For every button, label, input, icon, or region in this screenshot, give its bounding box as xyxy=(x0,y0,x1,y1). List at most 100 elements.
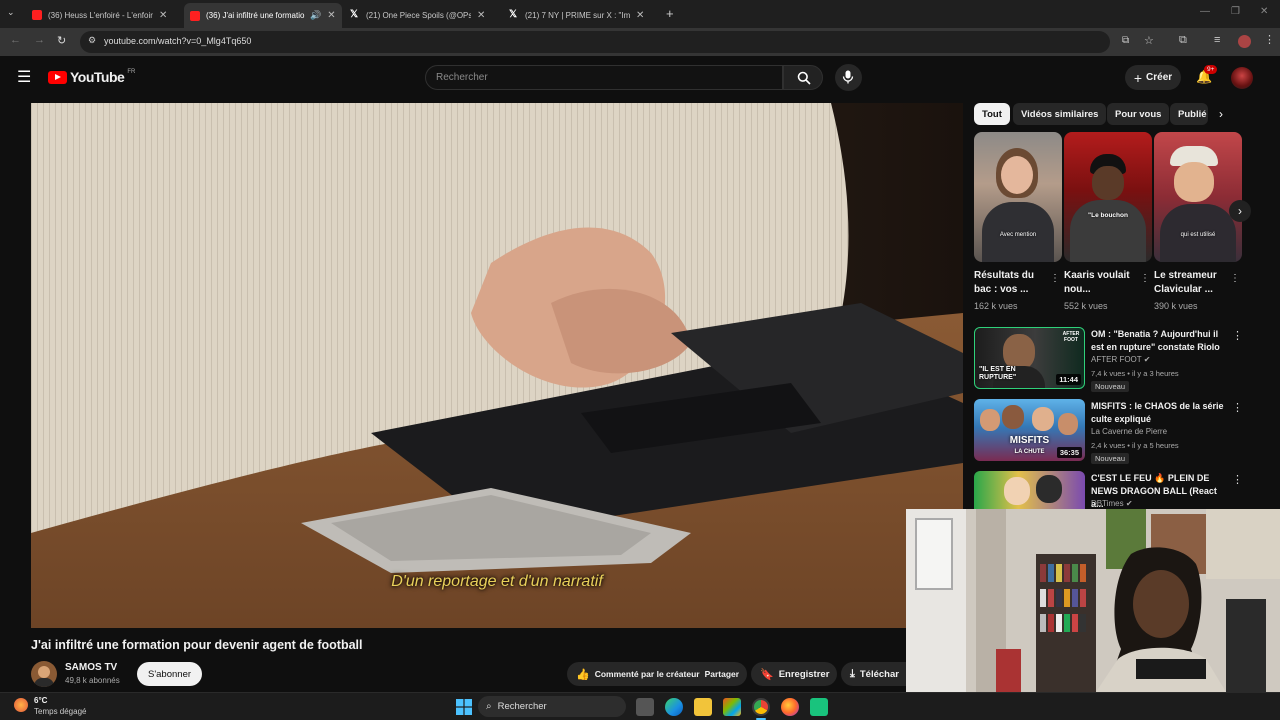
share-label: Partager xyxy=(704,669,740,679)
video-meta: 2,4 k vues • il y a 5 heures xyxy=(1091,441,1179,450)
browser-tab-3[interactable]: 𝕏 (21) One Piece Spoils (@OPspo ✕ xyxy=(344,4,500,26)
more-options-icon[interactable]: ⋮ xyxy=(1232,473,1243,486)
browser-tab-1[interactable]: (36) Heuss L'enfoiré - L'enfoiré ✕ xyxy=(26,4,182,26)
recommended-video[interactable]: MISFITS LA CHUTE 36:35 MISFITS : le CHAO… xyxy=(974,399,1270,464)
chip-similar-videos[interactable]: Vidéos similaires xyxy=(1013,103,1107,125)
firefox-icon[interactable] xyxy=(781,698,799,716)
site-info-icon[interactable]: ⚙ xyxy=(88,35,96,46)
app-icon[interactable] xyxy=(810,698,828,716)
search-icon xyxy=(797,71,811,85)
browser-tab-strip: ⌄ (36) Heuss L'enfoiré - L'enfoiré ✕ (36… xyxy=(0,0,1280,28)
chip-all[interactable]: Tout xyxy=(974,103,1010,125)
webcam-feed xyxy=(906,509,1280,692)
edge-browser-icon[interactable] xyxy=(665,698,683,716)
forward-icon[interactable]: → xyxy=(34,34,45,46)
channel-name[interactable]: La Caverne de Pierre xyxy=(1091,427,1167,436)
recommended-video[interactable]: C'EST LE FEU 🔥 PLEIN DE NEWS DRAGON BALL… xyxy=(974,471,1270,509)
new-tab-icon[interactable]: + xyxy=(666,6,674,21)
hamburger-menu-icon[interactable]: ☰ xyxy=(17,67,31,87)
media-control-icon[interactable]: ≡ xyxy=(1214,34,1220,46)
microphone-icon xyxy=(842,70,854,84)
search-placeholder: Rechercher xyxy=(436,72,488,83)
weather-sun-icon xyxy=(14,698,28,712)
video-title[interactable]: OM : "Benatia ? Aujourd'hui il est en ru… xyxy=(1091,328,1226,354)
like-share-button[interactable]: 👍 Commenté par le créateur Partager xyxy=(567,662,747,686)
browser-tab-4[interactable]: 𝕏 (21) 7 NY | PRIME sur X : "Ims ✕ xyxy=(503,4,659,26)
taskbar-search[interactable]: ⌕ Rechercher xyxy=(478,696,626,717)
browser-tab-2-active[interactable]: (36) J'ai infiltré une formatio 🔊 ✕ xyxy=(184,3,342,28)
browser-menu-icon[interactable]: ⋮ xyxy=(1264,33,1275,46)
short-thumbnail[interactable]: qui est utilisé xyxy=(1154,132,1242,262)
short-thumbnail[interactable]: Avec mention xyxy=(974,132,1062,262)
close-tab-icon[interactable]: ✕ xyxy=(477,10,485,21)
bookmark-star-icon[interactable]: ☆ xyxy=(1144,34,1154,47)
reload-icon[interactable]: ↻ xyxy=(57,34,66,47)
more-options-icon[interactable]: ⋮ xyxy=(1232,401,1243,414)
create-button[interactable]: + Créer xyxy=(1125,65,1181,90)
search-input[interactable]: Rechercher xyxy=(425,65,783,90)
video-title[interactable]: MISFITS : le CHAOS de la série culte exp… xyxy=(1091,400,1226,426)
more-options-icon[interactable]: ⋮ xyxy=(1050,273,1060,284)
recommended-video[interactable]: "IL EST EN RUPTURE" AFTER FOOT 11:44 OM … xyxy=(974,327,1270,392)
close-tab-icon[interactable]: ✕ xyxy=(159,10,167,21)
short-title[interactable]: Kaaris voulait nou... xyxy=(1064,269,1136,297)
more-options-icon[interactable]: ⋮ xyxy=(1140,273,1150,284)
extensions-icon[interactable]: ⧉ xyxy=(1179,34,1187,47)
short-thumbnail[interactable]: "Le bouchon xyxy=(1064,132,1152,262)
channel-avatar[interactable] xyxy=(31,661,57,687)
close-window-icon[interactable]: ✕ xyxy=(1260,6,1268,17)
subscribe-button[interactable]: S'abonner xyxy=(137,662,203,686)
chip-published[interactable]: Publié xyxy=(1170,103,1208,125)
microsoft-store-icon[interactable] xyxy=(723,698,741,716)
audio-playing-icon[interactable]: 🔊 xyxy=(310,10,321,21)
short-overlay-text: qui est utilisé xyxy=(1180,232,1216,238)
short-views: 390 k vues xyxy=(1154,301,1198,311)
notifications-button[interactable]: 🔔 9+ xyxy=(1196,65,1218,88)
more-options-icon[interactable]: ⋮ xyxy=(1230,273,1240,284)
windows-start-icon xyxy=(456,699,472,715)
chips-next-arrow-icon[interactable]: › xyxy=(1219,107,1223,121)
video-thumbnail[interactable]: MISFITS LA CHUTE 36:35 xyxy=(974,399,1085,461)
video-title: J'ai infiltré une formation pour devenir… xyxy=(31,638,363,652)
channel-name[interactable]: SAMOS TV xyxy=(65,662,117,673)
back-icon[interactable]: ← xyxy=(10,34,21,46)
close-tab-icon[interactable]: ✕ xyxy=(327,10,335,21)
search-button[interactable] xyxy=(783,65,823,90)
youtube-logo[interactable]: YouTube FR xyxy=(48,69,135,85)
short-title[interactable]: Résultats du bac : vos ... xyxy=(974,269,1046,297)
short-card[interactable]: Avec mention Résultats du bac : vos ... … xyxy=(974,132,1062,311)
weather-widget[interactable]: 6°C Temps dégagé xyxy=(14,696,104,718)
minimize-icon[interactable]: — xyxy=(1200,6,1210,17)
maximize-icon[interactable]: ❐ xyxy=(1231,6,1240,17)
channel-name[interactable]: AFTER FOOT ✔ xyxy=(1091,355,1150,364)
video-thumbnail[interactable]: "IL EST EN RUPTURE" AFTER FOOT 11:44 xyxy=(974,327,1085,389)
shorts-next-button[interactable]: › xyxy=(1229,200,1251,222)
verified-icon: ✔ xyxy=(1143,355,1151,364)
file-explorer-icon[interactable] xyxy=(694,698,712,716)
video-player[interactable]: D'un reportage et d'un narratif xyxy=(31,103,963,628)
download-icon: ⤓ xyxy=(850,667,855,680)
windows-taskbar: 6°C Temps dégagé ⌕ Rechercher xyxy=(0,692,1280,720)
download-button[interactable]: ⤓ Téléchar xyxy=(841,662,911,686)
voice-search-button[interactable] xyxy=(835,64,862,91)
channel-name[interactable]: DBTimes ✔ xyxy=(1091,499,1133,508)
channel-row: SAMOS TV 49,8 k abonnés S'abonner 👍 Comm… xyxy=(31,659,911,689)
video-thumbnail[interactable] xyxy=(974,471,1085,509)
task-view-icon[interactable] xyxy=(636,698,654,716)
short-title[interactable]: Le streameur Clavicular ... xyxy=(1154,269,1226,297)
short-card[interactable]: qui est utilisé Le streameur Clavicular … xyxy=(1154,132,1242,311)
profile-avatar[interactable] xyxy=(1238,35,1251,48)
commented-by-creator-label: Commenté par le créateur xyxy=(594,669,700,679)
address-bar[interactable]: ⚙ youtube.com/watch?v=0_Mlg4Tq650 ⧉ ☆ xyxy=(80,31,1154,53)
chip-for-you[interactable]: Pour vous xyxy=(1107,103,1170,125)
account-avatar[interactable] xyxy=(1231,67,1253,89)
more-options-icon[interactable]: ⋮ xyxy=(1232,329,1243,342)
start-button[interactable] xyxy=(456,699,472,715)
chrome-icon[interactable] xyxy=(752,698,770,716)
tab-list-chevron-icon[interactable]: ⌄ xyxy=(7,7,15,18)
install-app-icon[interactable]: ⧉ xyxy=(1122,35,1129,46)
save-button[interactable]: 🔖 Enregistrer xyxy=(751,662,837,686)
search-icon: ⌕ xyxy=(486,701,492,712)
close-tab-icon[interactable]: ✕ xyxy=(636,10,644,21)
short-card[interactable]: "Le bouchon Kaaris voulait nou... ⋮ 552 … xyxy=(1064,132,1152,311)
